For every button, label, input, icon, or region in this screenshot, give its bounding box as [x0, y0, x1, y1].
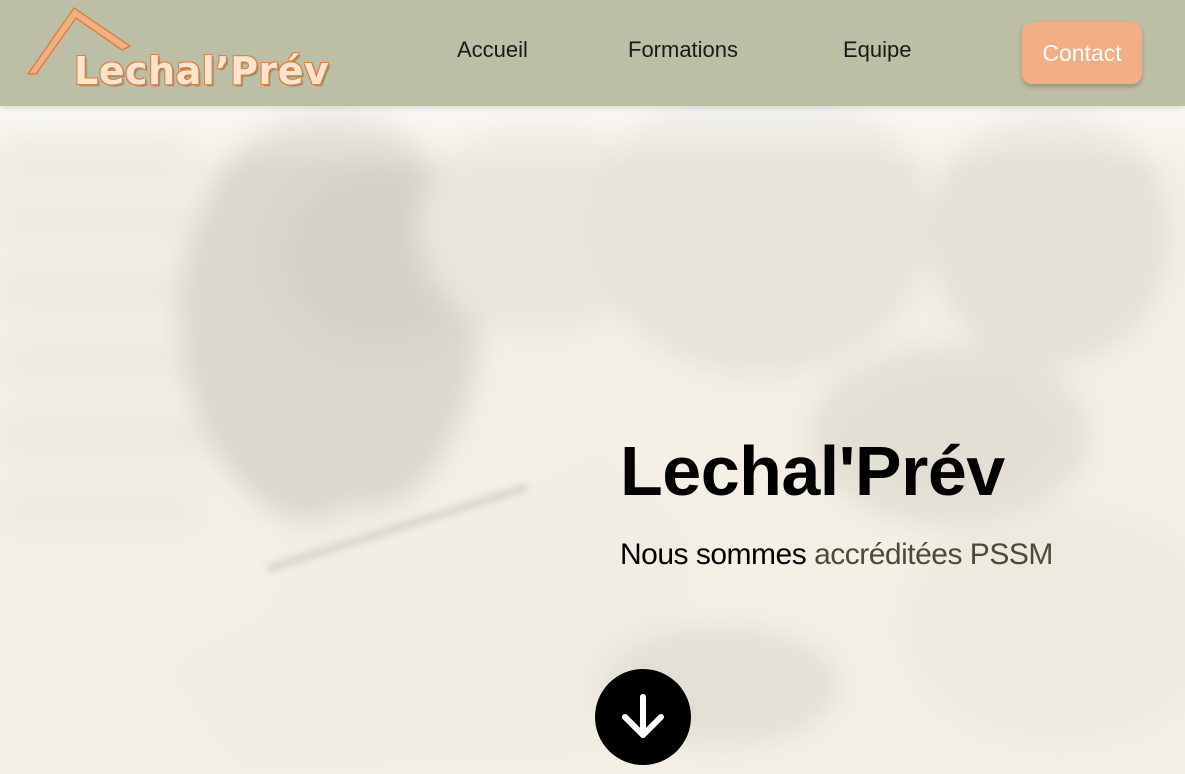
contact-button[interactable]: Contact — [1022, 22, 1142, 84]
page: Lechal’Prév Accueil Formations Equipe Co… — [0, 0, 1185, 774]
logo[interactable]: Lechal’Prév — [26, 6, 336, 102]
hero-section: Lechal'Prév Nous sommes accréditées PSSM — [0, 106, 1185, 774]
hero-subtitle-text: Nous sommes — [620, 538, 815, 571]
hero-subtitle-accent: accréditées PSSM — [814, 538, 1053, 571]
hero-subtitle: Nous sommes accréditées PSSM — [620, 540, 1053, 570]
site-header: Lechal’Prév Accueil Formations Equipe Co… — [0, 0, 1185, 106]
hero-title: Lechal'Prév — [620, 432, 1005, 510]
nav-link-equipe[interactable]: Equipe — [843, 37, 912, 62]
nav-link-formations[interactable]: Formations — [628, 37, 738, 62]
hero-background-image — [0, 106, 1185, 774]
nav-link-accueil[interactable]: Accueil — [457, 37, 528, 62]
arrow-down-icon — [622, 694, 664, 738]
logo-text: Lechal’Prév — [74, 49, 330, 93]
scroll-down-button[interactable] — [595, 669, 691, 765]
